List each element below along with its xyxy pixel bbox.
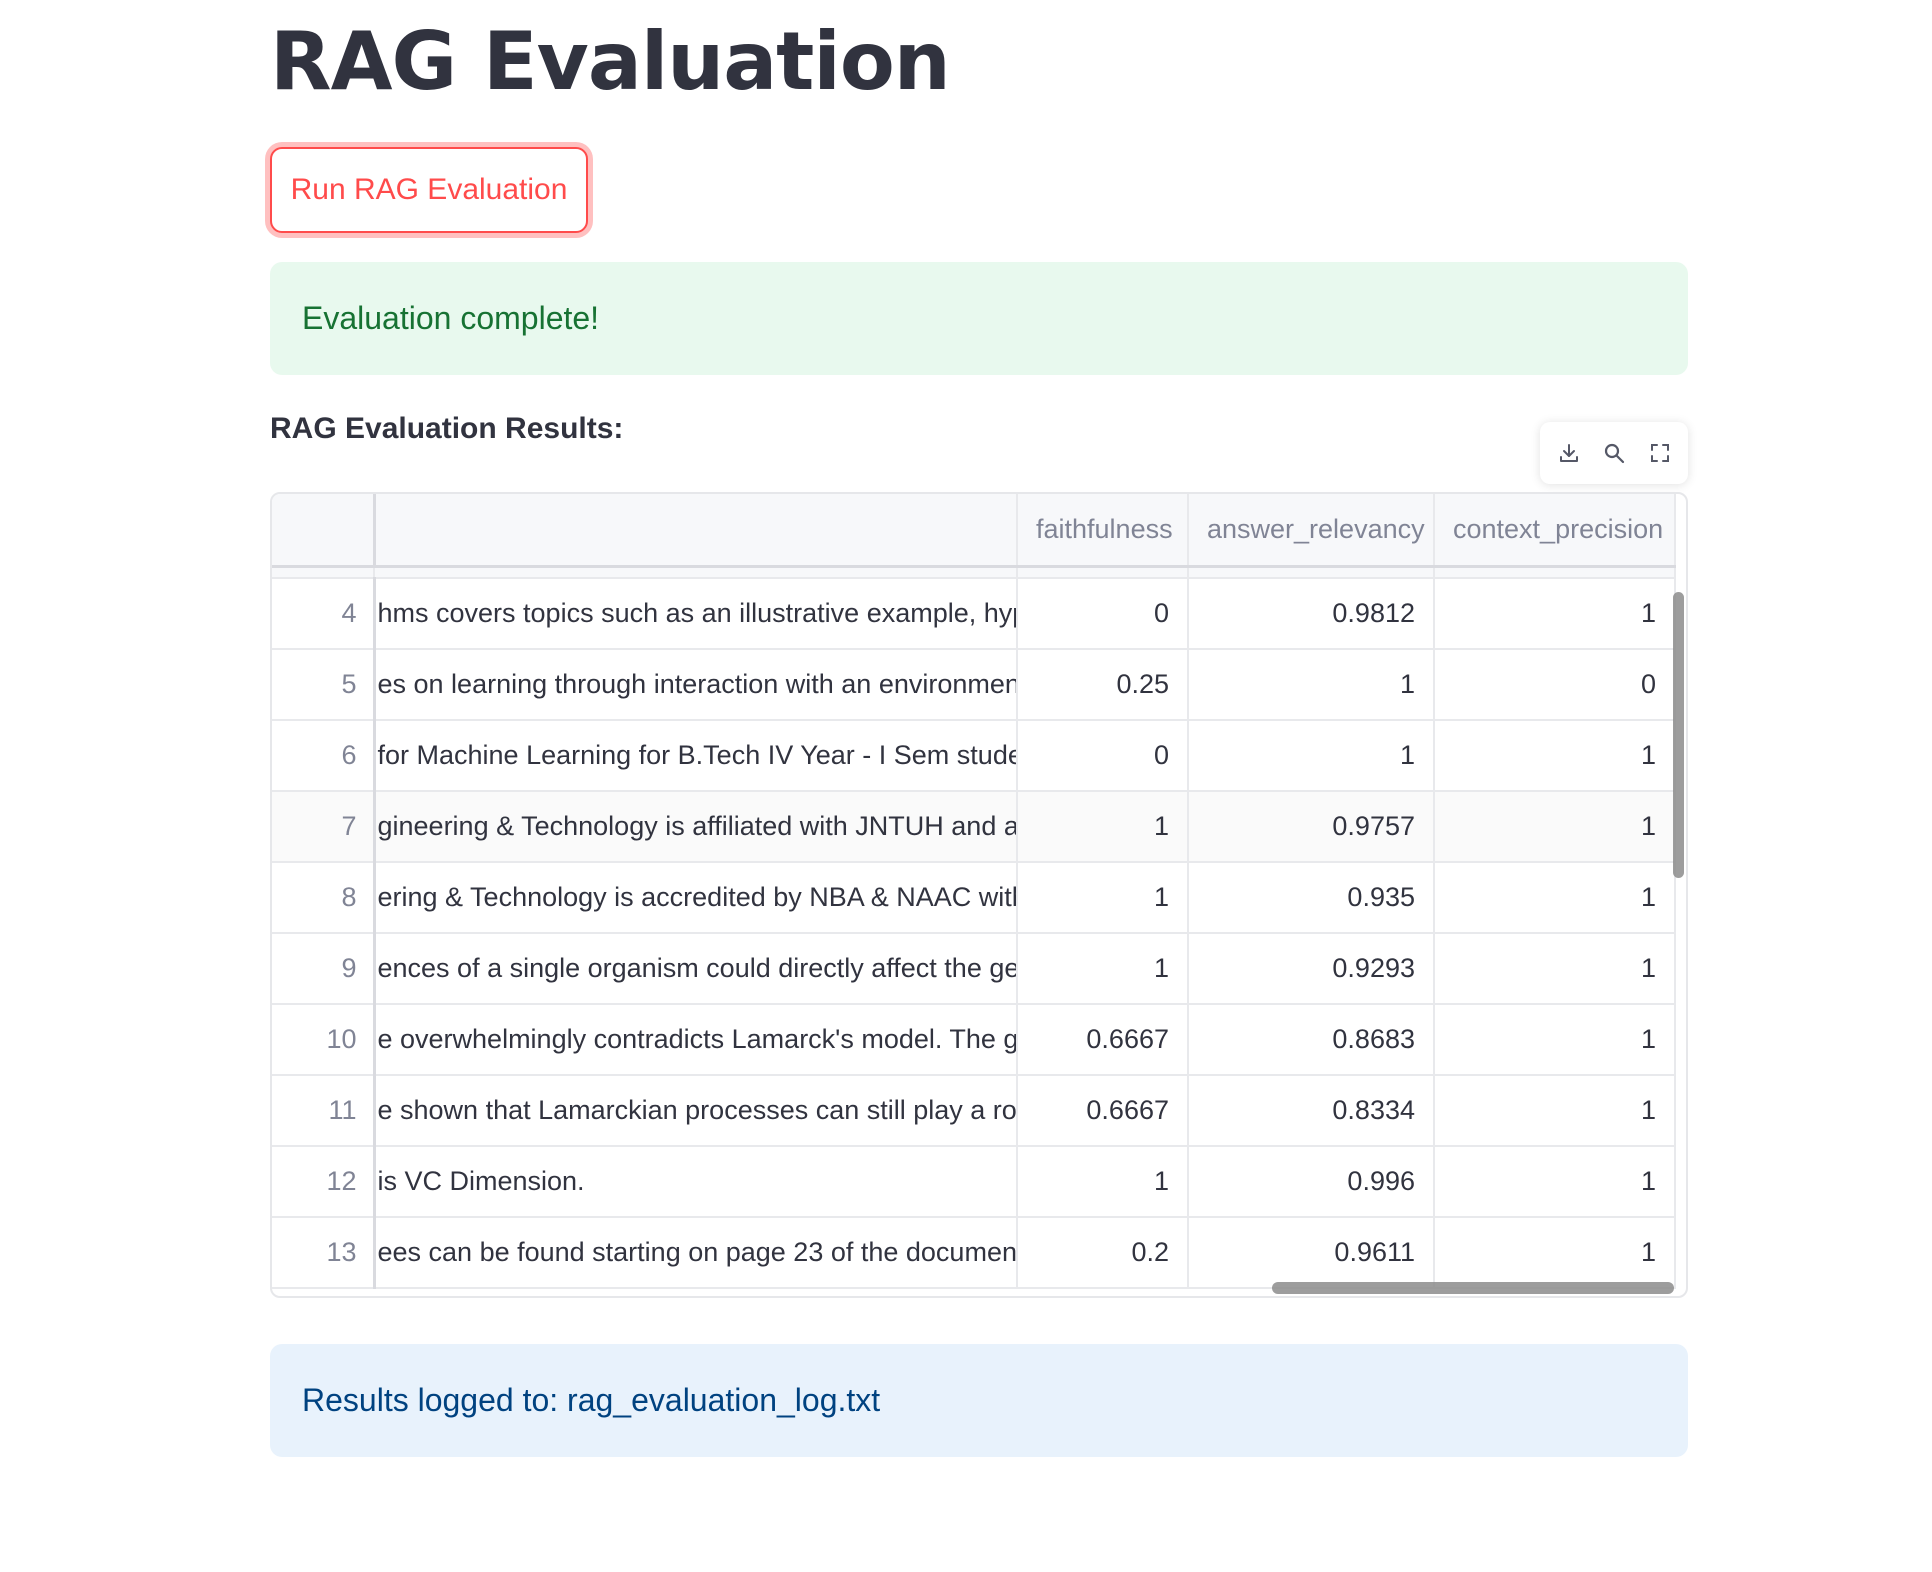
download-icon[interactable] (1552, 436, 1586, 470)
table-row[interactable]: 12 is VC Dimension. 1 0.996 1 (272, 1146, 1676, 1218)
run-rag-evaluation-button[interactable]: Run RAG Evaluation (270, 147, 588, 233)
faithfulness-cell[interactable]: 0.25 (1017, 649, 1189, 721)
faithfulness-cell[interactable]: 1 (1017, 1146, 1189, 1218)
row-index: 10 (272, 1004, 376, 1076)
column-header-index[interactable] (272, 494, 376, 568)
row-text-cell[interactable]: es on learning through interaction with … (374, 649, 1018, 721)
row-index: 6 (272, 720, 376, 792)
faithfulness-cell[interactable]: 0.2 (1017, 1217, 1189, 1289)
table-row[interactable]: 10 e overwhelmingly contradicts Lamarck'… (272, 1004, 1676, 1076)
table-row[interactable]: 7 gineering & Technology is affiliated w… (272, 791, 1676, 863)
table-row[interactable]: 13 ees can be found starting on page 23 … (272, 1217, 1676, 1289)
row-text-cell[interactable]: e shown that Lamarckian processes can st… (374, 1075, 1018, 1147)
table-row[interactable]: 6 for Machine Learning for B.Tech IV Yea… (272, 720, 1676, 792)
row-text-cell[interactable]: ering & Technology is accredited by NBA … (374, 862, 1018, 934)
answer-relevancy-cell[interactable]: 0.9757 (1188, 791, 1435, 863)
column-header-context-precision[interactable]: context_precision (1434, 494, 1676, 568)
search-icon[interactable] (1597, 436, 1631, 470)
row-text-cell[interactable]: gineering & Technology is affiliated wit… (374, 791, 1018, 863)
row-index: 4 (272, 578, 376, 650)
faithfulness-cell[interactable]: 0.6667 (1017, 1004, 1189, 1076)
table-row[interactable]: 5 es on learning through interaction wit… (272, 649, 1676, 721)
answer-relevancy-cell[interactable]: 1 (1188, 720, 1435, 792)
row-text-cell[interactable]: for Machine Learning for B.Tech IV Year … (374, 720, 1018, 792)
faithfulness-cell[interactable]: 0 (1017, 720, 1189, 792)
row-text-cell[interactable]: is VC Dimension. (374, 1146, 1018, 1218)
success-message: Evaluation complete! (302, 300, 600, 336)
results-table: faithfulness answer_relevancy context_pr… (272, 494, 1676, 1289)
answer-relevancy-cell[interactable]: 0.9611 (1188, 1217, 1435, 1289)
table-row[interactable]: 11 e shown that Lamarckian processes can… (272, 1075, 1676, 1147)
column-header-faithfulness[interactable]: faithfulness (1017, 494, 1189, 568)
faithfulness-cell[interactable]: 1 (1017, 933, 1189, 1005)
faithfulness-cell[interactable]: 0 (1017, 578, 1189, 650)
context-precision-cell[interactable]: 1 (1434, 1075, 1676, 1147)
table-row[interactable]: 4 hms covers topics such as an illustrat… (272, 578, 1676, 650)
row-text-cell[interactable]: e overwhelmingly contradicts Lamarck's m… (374, 1004, 1018, 1076)
answer-relevancy-cell[interactable]: 0.996 (1188, 1146, 1435, 1218)
row-index: 7 (272, 791, 376, 863)
answer-relevancy-cell[interactable]: 1 (1188, 649, 1435, 721)
table-row[interactable]: 8 ering & Technology is accredited by NB… (272, 862, 1676, 934)
row-text-cell[interactable]: hms covers topics such as an illustrativ… (374, 578, 1018, 650)
context-precision-cell[interactable]: 1 (1434, 862, 1676, 934)
success-alert: Evaluation complete! (270, 262, 1688, 375)
context-precision-cell[interactable]: 1 (1434, 1146, 1676, 1218)
dataframe-toolbar (1540, 422, 1688, 484)
context-precision-cell[interactable]: 1 (1434, 720, 1676, 792)
row-text-cell[interactable]: ences of a single organism could directl… (374, 933, 1018, 1005)
results-label: RAG Evaluation Results: (270, 412, 624, 445)
vertical-scrollbar[interactable] (1673, 592, 1684, 878)
row-index: 9 (272, 933, 376, 1005)
answer-relevancy-cell[interactable]: 0.8334 (1188, 1075, 1435, 1147)
header-row: faithfulness answer_relevancy context_pr… (272, 494, 1676, 568)
context-precision-cell[interactable]: 1 (1434, 1004, 1676, 1076)
answer-relevancy-cell[interactable]: 0.935 (1188, 862, 1435, 934)
scroll-gap (272, 566, 1676, 579)
log-message: Results logged to: rag_evaluation_log.tx… (302, 1382, 881, 1418)
faithfulness-cell[interactable]: 1 (1017, 862, 1189, 934)
answer-relevancy-cell[interactable]: 0.9293 (1188, 933, 1435, 1005)
row-text-cell[interactable]: ees can be found starting on page 23 of … (374, 1217, 1018, 1289)
context-precision-cell[interactable]: 1 (1434, 791, 1676, 863)
context-precision-cell[interactable]: 1 (1434, 933, 1676, 1005)
answer-relevancy-cell[interactable]: 0.8683 (1188, 1004, 1435, 1076)
context-precision-cell[interactable]: 1 (1434, 578, 1676, 650)
context-precision-cell[interactable]: 1 (1434, 1217, 1676, 1289)
faithfulness-cell[interactable]: 0.6667 (1017, 1075, 1189, 1147)
context-precision-cell[interactable]: 0 (1434, 649, 1676, 721)
column-header-text[interactable] (374, 494, 1018, 568)
row-index: 13 (272, 1217, 376, 1289)
page-title: RAG Evaluation (270, 15, 951, 108)
row-index: 12 (272, 1146, 376, 1218)
table-row[interactable]: 9 ences of a single organism could direc… (272, 933, 1676, 1005)
column-header-answer-relevancy[interactable]: answer_relevancy (1188, 494, 1435, 568)
answer-relevancy-cell[interactable]: 0.9812 (1188, 578, 1435, 650)
faithfulness-cell[interactable]: 1 (1017, 791, 1189, 863)
horizontal-scrollbar[interactable] (1272, 1282, 1674, 1294)
fullscreen-icon[interactable] (1643, 436, 1677, 470)
row-index: 5 (272, 649, 376, 721)
row-index: 11 (272, 1075, 376, 1147)
row-index: 8 (272, 862, 376, 934)
log-info-alert: Results logged to: rag_evaluation_log.tx… (270, 1344, 1688, 1457)
results-dataframe[interactable]: faithfulness answer_relevancy context_pr… (270, 492, 1688, 1298)
